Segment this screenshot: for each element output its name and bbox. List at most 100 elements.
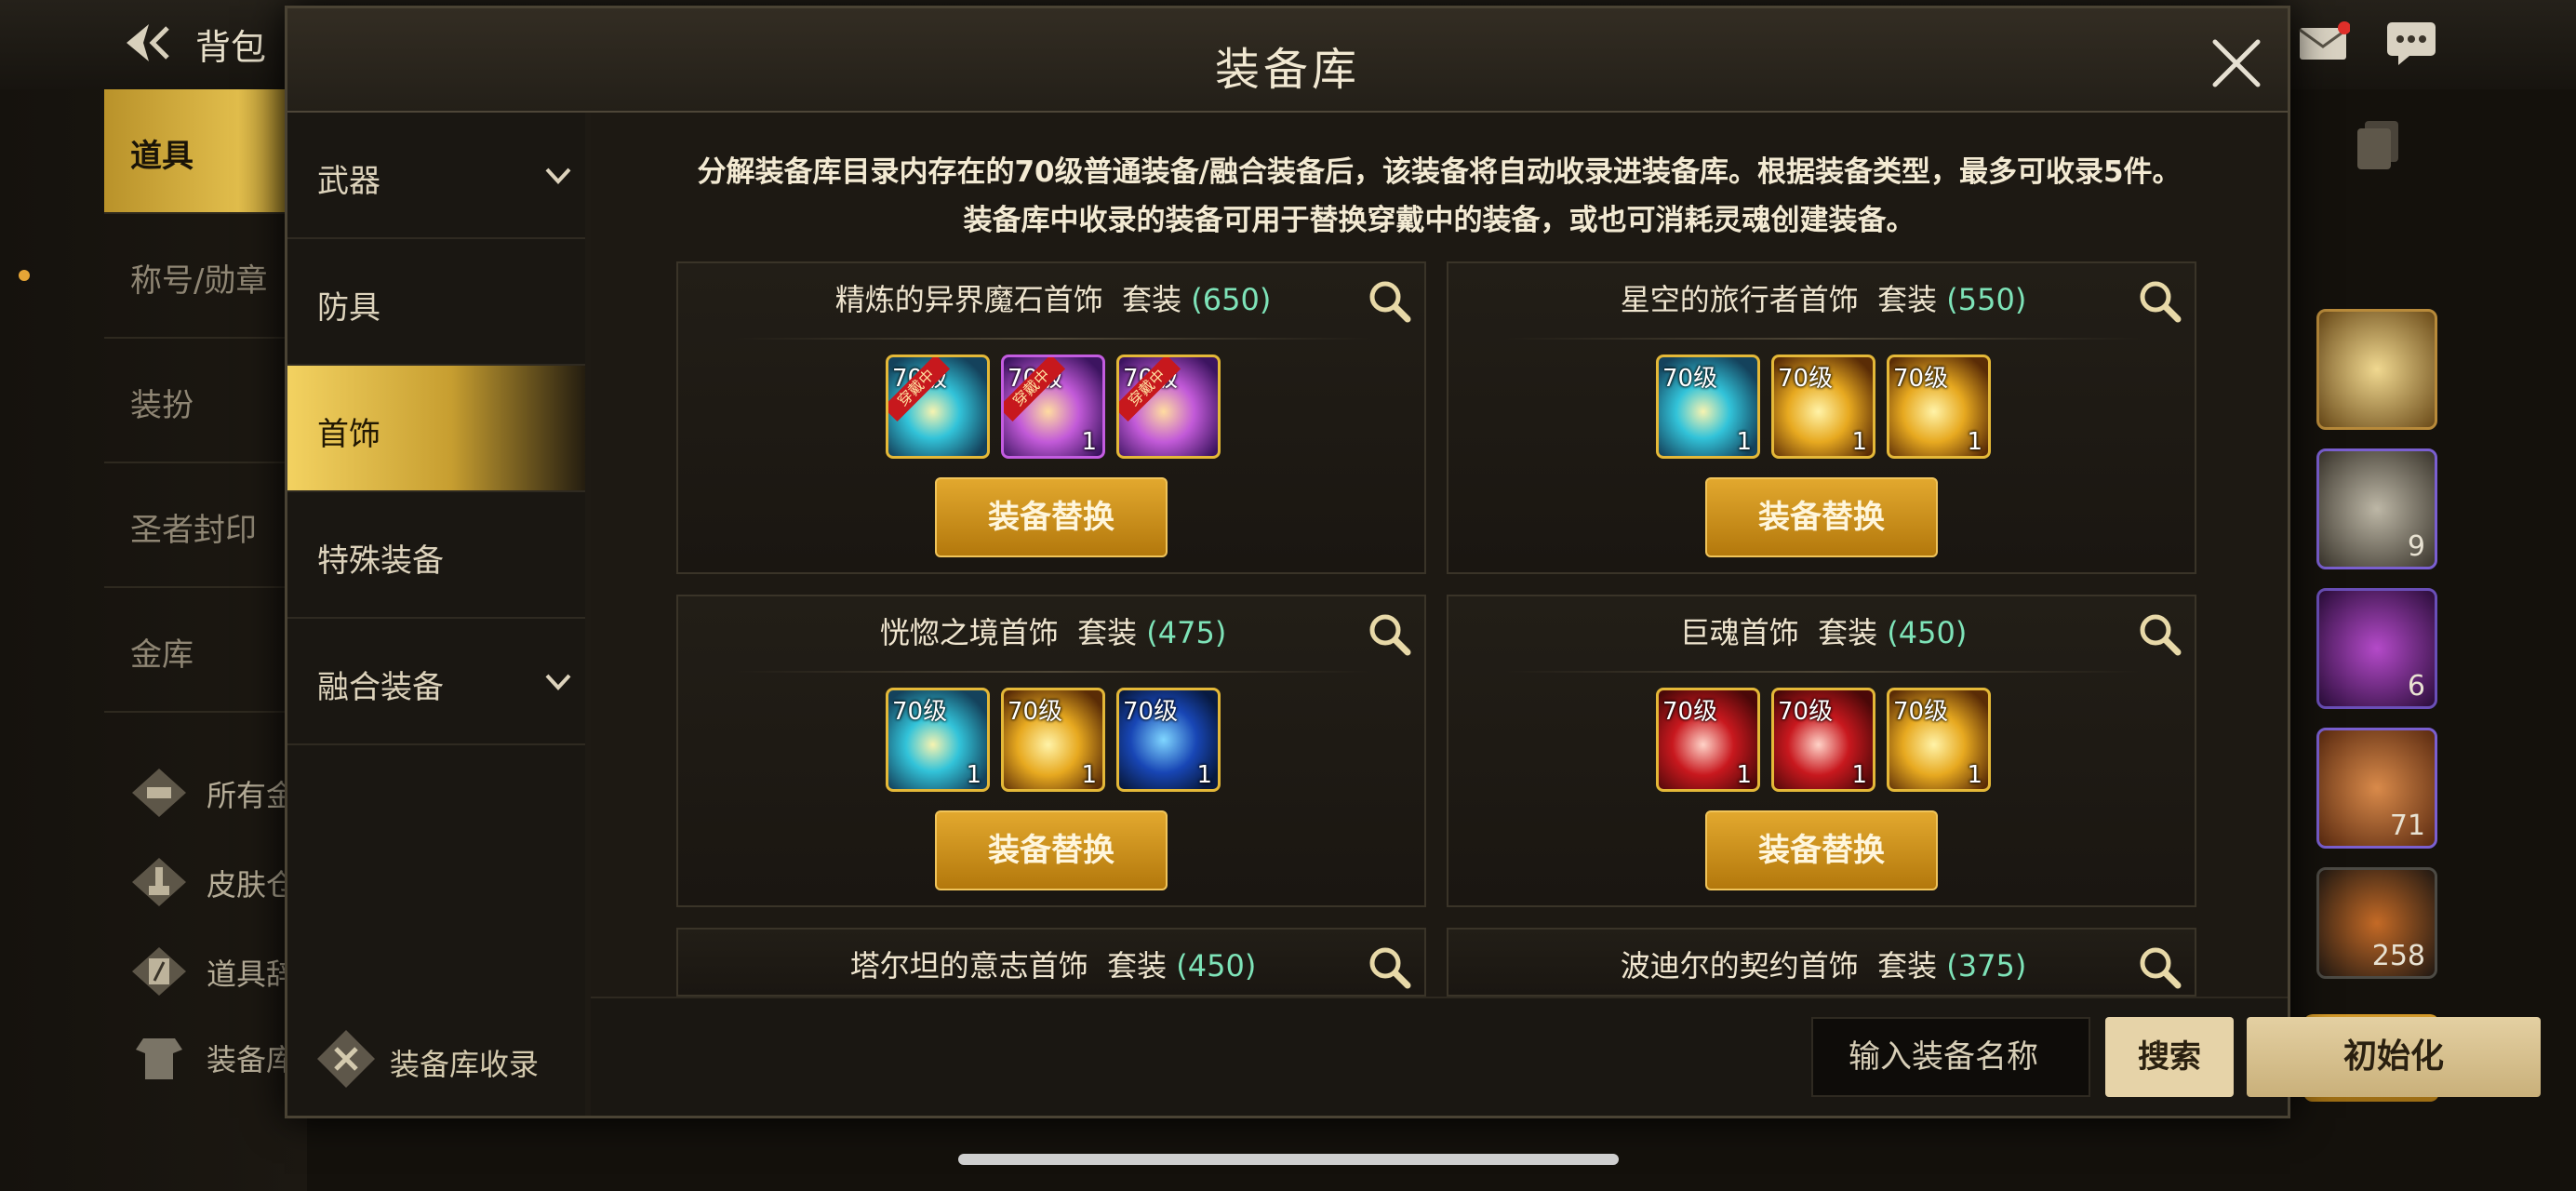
home-indicator[interactable] [958, 1154, 1619, 1165]
dialog-body: 分解装备库目录内存在的70级普通装备/融合装备后，该装备将自动收录进装备库。根据… [591, 113, 2288, 997]
cards-icon[interactable] [2356, 119, 2402, 171]
sub-item-dictionary[interactable]: 道具辞 [130, 942, 296, 997]
vault-collect-icon [317, 1030, 375, 1088]
set-title: 星空的旅行者首饰 套装 (550) [1448, 276, 2198, 323]
armor-icon [136, 1038, 182, 1079]
inventory-slot[interactable]: 9 [2316, 448, 2437, 569]
set-name: 塔尔坦的意志首饰 [849, 948, 1088, 984]
equipment-item[interactable]: 70级 1 [1887, 355, 1991, 459]
mail-icon[interactable] [2298, 20, 2350, 65]
set-kind: 套装 [1077, 615, 1138, 650]
inventory-slot[interactable]: 258 [2316, 867, 2437, 979]
swap-equipment-button[interactable]: 装备替换 [1705, 810, 1938, 890]
magnifier-icon[interactable] [1367, 611, 1411, 656]
set-title: 波迪尔的契约首饰 套装 (375) [1448, 943, 2195, 989]
gold-icon [132, 769, 186, 817]
swap-equipment-button[interactable]: 装备替换 [935, 810, 1168, 890]
chevron-down-icon [545, 167, 571, 184]
equipment-item[interactable]: 70级 1 [886, 688, 990, 792]
dialog-footer: 搜索 初始化 [591, 997, 2541, 1116]
set-card: 巨魂首饰 套装 (450) 70级 1 70级 1 70级 1 装备替换 [1447, 595, 2196, 907]
category-fusion[interactable]: 融合装备 [287, 619, 585, 745]
set-score: (550) [1946, 282, 2027, 317]
close-icon[interactable] [2208, 34, 2265, 92]
item-row: 70级穿戴中 70级穿戴中1 70级穿戴中 [678, 355, 1428, 462]
book-icon [132, 947, 186, 996]
category-label: 融合装备 [317, 669, 444, 706]
set-score: (450) [1887, 615, 1968, 650]
brush-icon [132, 858, 186, 906]
dialog-title: 装备库 [1214, 44, 1360, 96]
magnifier-icon[interactable] [2137, 278, 2182, 323]
category-label: 首饰 [317, 416, 380, 453]
equipment-item[interactable]: 70级 1 [1001, 688, 1105, 792]
category-armor[interactable]: 防具 [287, 239, 585, 366]
equipment-item[interactable]: 70级 1 [1887, 688, 1991, 792]
category-sidebar: 武器 防具 首饰 特殊装备 融合装备 装备库收录 [287, 113, 585, 1116]
sub-item-label: 所有金 [207, 778, 297, 813]
magnifier-icon[interactable] [1367, 944, 1411, 989]
magnifier-icon[interactable] [2137, 944, 2182, 989]
equipment-vault-dialog: 装备库 武器 防具 首饰 特殊装备 融合装备 装备库收录 分解装备库目录内存在的… [285, 6, 2541, 1118]
magnifier-icon[interactable] [1367, 278, 1411, 323]
equipment-search-input[interactable] [1811, 1017, 2090, 1097]
set-title: 恍惚之境首饰 套装 (475) [678, 609, 1428, 656]
vault-collect-button[interactable]: 装备库收录 [315, 1028, 539, 1093]
set-kind: 套装 [1877, 948, 1938, 984]
sub-item-equip-vault[interactable]: 装备库 [130, 1027, 296, 1083]
set-card: 塔尔坦的意志首饰 套装 (450) [676, 928, 1426, 997]
sub-item-skin[interactable]: 皮肤仓 [130, 852, 296, 908]
equipment-item[interactable]: 70级 1 [1656, 688, 1760, 792]
set-title: 巨魂首饰 套装 (450) [1448, 609, 2198, 656]
category-weapon[interactable]: 武器 [287, 113, 585, 239]
notice-text: 分解装备库目录内存在的70级普通装备/融合装备后，该装备将自动收录进装备库。根据… [591, 148, 2288, 245]
category-label: 防具 [317, 289, 380, 327]
equipment-item[interactable]: 70级 1 [1771, 688, 1875, 792]
item-row: 70级 1 70级 1 70级 1 [1448, 355, 2198, 462]
set-kind: 套装 [1818, 615, 1878, 650]
set-score: (375) [1946, 948, 2027, 984]
equipment-item[interactable]: 70级 1 [1116, 688, 1221, 792]
swap-equipment-button[interactable]: 装备替换 [1705, 477, 1938, 557]
set-name: 星空的旅行者首饰 [1620, 282, 1859, 317]
separator [1504, 338, 2142, 340]
category-label: 特殊装备 [317, 542, 444, 580]
separator [734, 671, 1372, 673]
item-row: 70级 1 70级 1 70级 1 [678, 688, 1428, 796]
set-name: 波迪尔的契约首饰 [1620, 948, 1859, 984]
set-score: (475) [1146, 615, 1227, 650]
reset-button[interactable]: 初始化 [2247, 1017, 2541, 1097]
separator [734, 338, 1372, 340]
equipment-item[interactable]: 70级 1 [1771, 355, 1875, 459]
sub-item-label: 道具辞 [207, 957, 297, 992]
set-card: 恍惚之境首饰 套装 (475) 70级 1 70级 1 70级 1 装备替换 [676, 595, 1426, 907]
set-name: 巨魂首饰 [1679, 615, 1799, 650]
chat-icon[interactable] [2385, 20, 2437, 65]
set-kind: 套装 [1877, 282, 1938, 317]
equipment-item[interactable]: 70级穿戴中 [886, 355, 990, 459]
inventory-slot[interactable]: 71 [2316, 728, 2437, 849]
set-score: (650) [1191, 282, 1272, 317]
equipment-item[interactable]: 70级穿戴中 [1116, 355, 1221, 459]
notification-dot [19, 270, 30, 281]
notice-line-2: 装备库中收录的装备可用于替换穿戴中的装备，或也可消耗灵魂创建装备。 [963, 204, 1915, 237]
back-arrow-icon[interactable] [121, 20, 177, 65]
separator [1504, 671, 2142, 673]
item-row: 70级 1 70级 1 70级 1 [1448, 688, 2198, 796]
set-card: 精炼的异界魔石首饰 套装 (650) 70级穿戴中 70级穿戴中1 70级穿戴中… [676, 261, 1426, 574]
equipment-item[interactable]: 70级穿戴中1 [1001, 355, 1105, 459]
search-button[interactable]: 搜索 [2105, 1017, 2234, 1097]
inventory-title: 背包 [195, 27, 267, 68]
set-kind: 套装 [1107, 948, 1168, 984]
set-score: (450) [1176, 948, 1257, 984]
category-special[interactable]: 特殊装备 [287, 492, 585, 619]
category-accessory[interactable]: 首饰 [287, 366, 585, 492]
magnifier-icon[interactable] [2137, 611, 2182, 656]
inventory-slot[interactable] [2316, 309, 2437, 430]
inventory-slot[interactable]: 6 [2316, 588, 2437, 709]
sub-item-gold[interactable]: 所有金 [130, 763, 296, 819]
swap-equipment-button[interactable]: 装备替换 [935, 477, 1168, 557]
vault-collect-label: 装备库收录 [390, 1047, 540, 1082]
dialog-header: 装备库 [287, 8, 2288, 113]
equipment-item[interactable]: 70级 1 [1656, 355, 1760, 459]
